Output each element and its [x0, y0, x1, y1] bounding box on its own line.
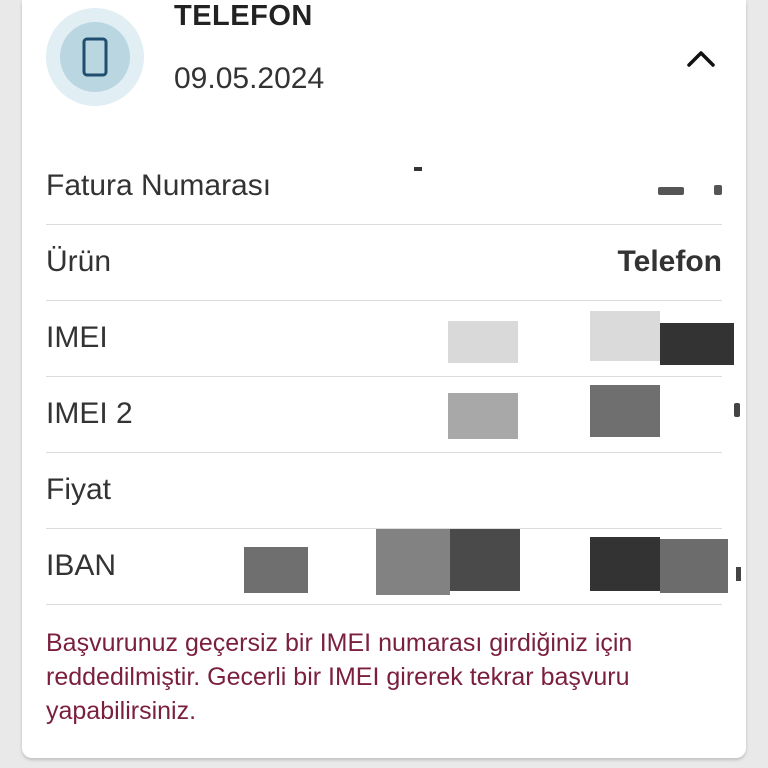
collapse-button[interactable] [682, 40, 720, 78]
redaction-mark [590, 311, 660, 361]
redaction-mark [414, 167, 422, 171]
redaction-mark [448, 321, 518, 363]
redaction-mark [658, 187, 684, 195]
redaction-mark [714, 185, 722, 195]
phone-icon [82, 37, 108, 77]
avatar [46, 8, 144, 106]
row-value: Telefon [617, 245, 722, 278]
row-label: IMEI [46, 321, 108, 354]
card-date: 09.05.2024 [174, 62, 325, 95]
row-iban: IBAN [46, 529, 741, 605]
redaction-mark [660, 539, 728, 593]
row-imei-2: IMEI 2 [46, 377, 740, 453]
application-card: TELEFON 09.05.2024 Fatura Numarası Ürün … [22, 0, 746, 758]
redaction-mark [736, 567, 741, 581]
redaction-mark [450, 529, 520, 591]
row-price: Fiyat [46, 453, 722, 529]
chevron-up-icon [687, 51, 715, 67]
redaction-mark [660, 323, 734, 365]
row-product: Ürün Telefon [46, 225, 722, 301]
redaction-mark [590, 385, 660, 437]
row-label: Fiyat [46, 473, 112, 506]
redaction-mark [448, 393, 518, 439]
redaction-mark [590, 537, 660, 591]
row-invoice-number: Fatura Numarası [46, 149, 722, 225]
row-label: IBAN [46, 549, 117, 582]
rejection-message: Başvurunuz geçersiz bir IMEI numarası gi… [46, 629, 633, 725]
row-label: Fatura Numarası [46, 169, 272, 202]
redaction-mark [244, 547, 308, 593]
row-imei: IMEI [46, 301, 734, 377]
details-list: Fatura Numarası Ürün Telefon IMEI IMEI 2 [22, 149, 746, 605]
row-label: Ürün [46, 245, 112, 278]
redaction-mark [734, 403, 740, 417]
card-title: TELEFON [174, 0, 313, 32]
row-label: IMEI 2 [46, 397, 133, 430]
card-header[interactable]: TELEFON 09.05.2024 [22, 0, 746, 130]
redaction-mark [376, 529, 450, 595]
